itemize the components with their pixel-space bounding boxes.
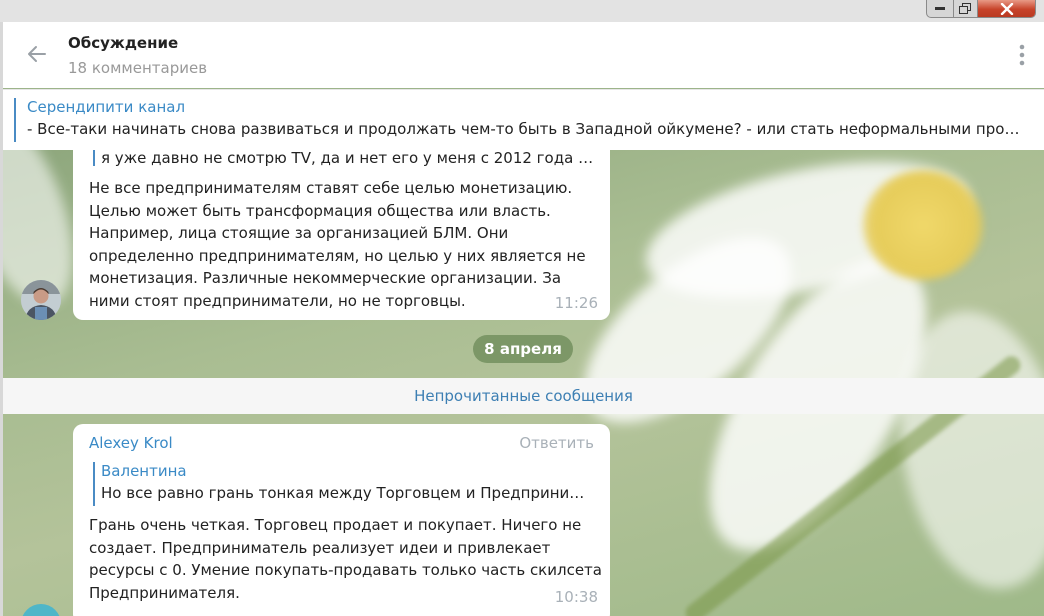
message-text: Не все предпринимателям ставят себе цель…: [89, 177, 604, 312]
date-separator: 8 апреля: [473, 335, 573, 363]
message-line: монетизация. Различные некоммерческие ор…: [89, 269, 562, 287]
reply-preview-text: я уже давно не смотрю TV, да и нет его у…: [101, 150, 595, 167]
pinned-post[interactable]: Серендипити канал - Все-таки начинать сн…: [3, 89, 1044, 150]
pinned-post-text: - Все-таки начинать снова развиваться и …: [27, 120, 1027, 138]
window-controls: [926, 0, 1036, 18]
close-button[interactable]: [978, 0, 1035, 17]
message-line: Целью может быть трансформация общества …: [89, 201, 551, 220]
restore-icon: [959, 3, 972, 14]
message-line: ними стоят предприниматели, но не торгов…: [89, 291, 466, 310]
telegram-window: Обсуждение 18 комментариев Серендипити к…: [3, 22, 1044, 616]
page-title: Обсуждение: [68, 34, 179, 52]
arrow-left-icon[interactable]: [25, 42, 49, 66]
flower-center: [863, 170, 983, 280]
comment-count: 18 комментариев: [68, 59, 208, 77]
message-bubble[interactable]: Alexey Krol Ответить Валентина Но все ра…: [73, 424, 610, 616]
avatar[interactable]: [21, 280, 61, 320]
minimize-button[interactable]: [927, 0, 954, 17]
chat-area: я уже давно не смотрю TV, да и нет его у…: [3, 150, 1044, 616]
reply-button[interactable]: Ответить: [519, 434, 594, 452]
message-line: Предпринимателя.: [89, 583, 240, 602]
message-bubble[interactable]: я уже давно не смотрю TV, да и нет его у…: [73, 150, 610, 320]
close-icon: [1000, 2, 1013, 15]
message-line: ресурсы с 0. Умение покупать-продавать т…: [89, 561, 602, 579]
message-text: Грань очень четкая. Торговец продает и п…: [89, 514, 604, 604]
avatar[interactable]: [21, 604, 61, 616]
pinned-channel-name: Серендипити канал: [27, 98, 186, 116]
sender-name[interactable]: Alexey Krol: [89, 434, 173, 452]
message-line: Не все предпринимателям ставят себе цель…: [89, 179, 573, 197]
message-line: Например, лица стоящие за организацией Б…: [89, 224, 509, 242]
minimize-icon: [934, 6, 945, 10]
message-line: определенно предпринимателям, но целью у…: [89, 246, 586, 265]
reply-preview-text: Но все равно грань тонкая между Торговце…: [101, 484, 595, 502]
restore-button[interactable]: [954, 0, 979, 17]
discussion-header: Обсуждение 18 комментариев: [3, 22, 1044, 88]
message-line: создает. Предприниматель реализует идеи …: [89, 538, 551, 557]
window-titlebar: [0, 0, 1044, 22]
reply-author-name: Валентина: [101, 462, 187, 480]
reply-accent-bar: [93, 150, 95, 166]
message-time: 10:38: [554, 588, 598, 606]
pinned-accent-bar: [14, 98, 16, 142]
reply-accent-bar: [93, 462, 95, 506]
message-line: Грань очень четкая. Торговец продает и п…: [89, 516, 582, 534]
message-time: 11:26: [554, 294, 598, 312]
user-photo-icon: [21, 280, 61, 320]
vertical-dots-icon[interactable]: [1018, 44, 1026, 66]
unread-separator: Непрочитанные сообщения: [3, 378, 1044, 414]
